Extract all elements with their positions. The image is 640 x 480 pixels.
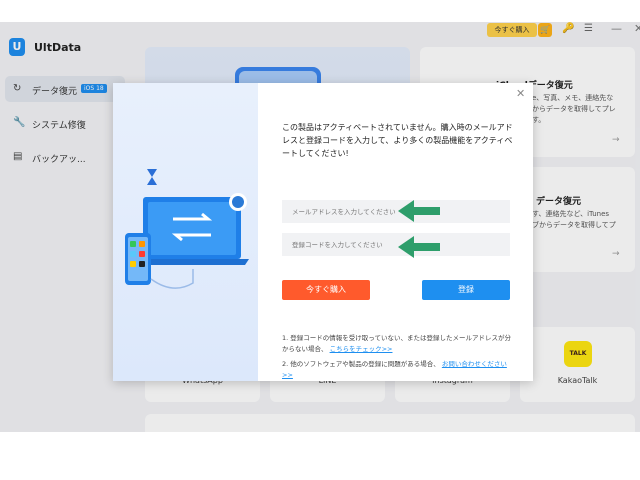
- help-note-2: 2. 他のソフトウェアや製品の登録に問題がある場合、 お問い合わせください>>: [282, 359, 514, 381]
- help-note-text: 1. 登録コードの情報を受け取っていない、または登録したメールアドレスが分からな…: [282, 334, 511, 353]
- hourglass-icon: [147, 169, 157, 185]
- settings-icon: [232, 196, 244, 208]
- green-arrow-icon: [398, 200, 440, 222]
- activation-message: この製品はアクティベートされていません。購入時のメールアドレスと登録コードを入力…: [282, 123, 513, 158]
- activation-dialog: ✕ この製品はアクティベートされていません。購入時のメールアドレスと登録コードを…: [113, 83, 533, 381]
- close-icon[interactable]: ✕: [516, 87, 525, 100]
- laptop-phone-illustration: [125, 169, 249, 289]
- dialog-illustration-panel: [113, 83, 258, 381]
- register-button[interactable]: 登録: [422, 280, 510, 300]
- green-arrow-icon: [398, 236, 440, 258]
- help-note-1: 1. 登録コードの情報を受け取っていない、または登録したメールアドレスが分からな…: [282, 333, 514, 355]
- check-here-link[interactable]: こちらをチェック>>: [330, 345, 393, 353]
- buy-now-button[interactable]: 今すぐ購入: [282, 280, 370, 300]
- help-note-text: 2. 他のソフトウェアや製品の登録に問題がある場合、: [282, 360, 440, 368]
- app-window: U UltData ↻ データ復元 iOS 18 🔧 システム修復 ▤ バックア…: [0, 22, 640, 432]
